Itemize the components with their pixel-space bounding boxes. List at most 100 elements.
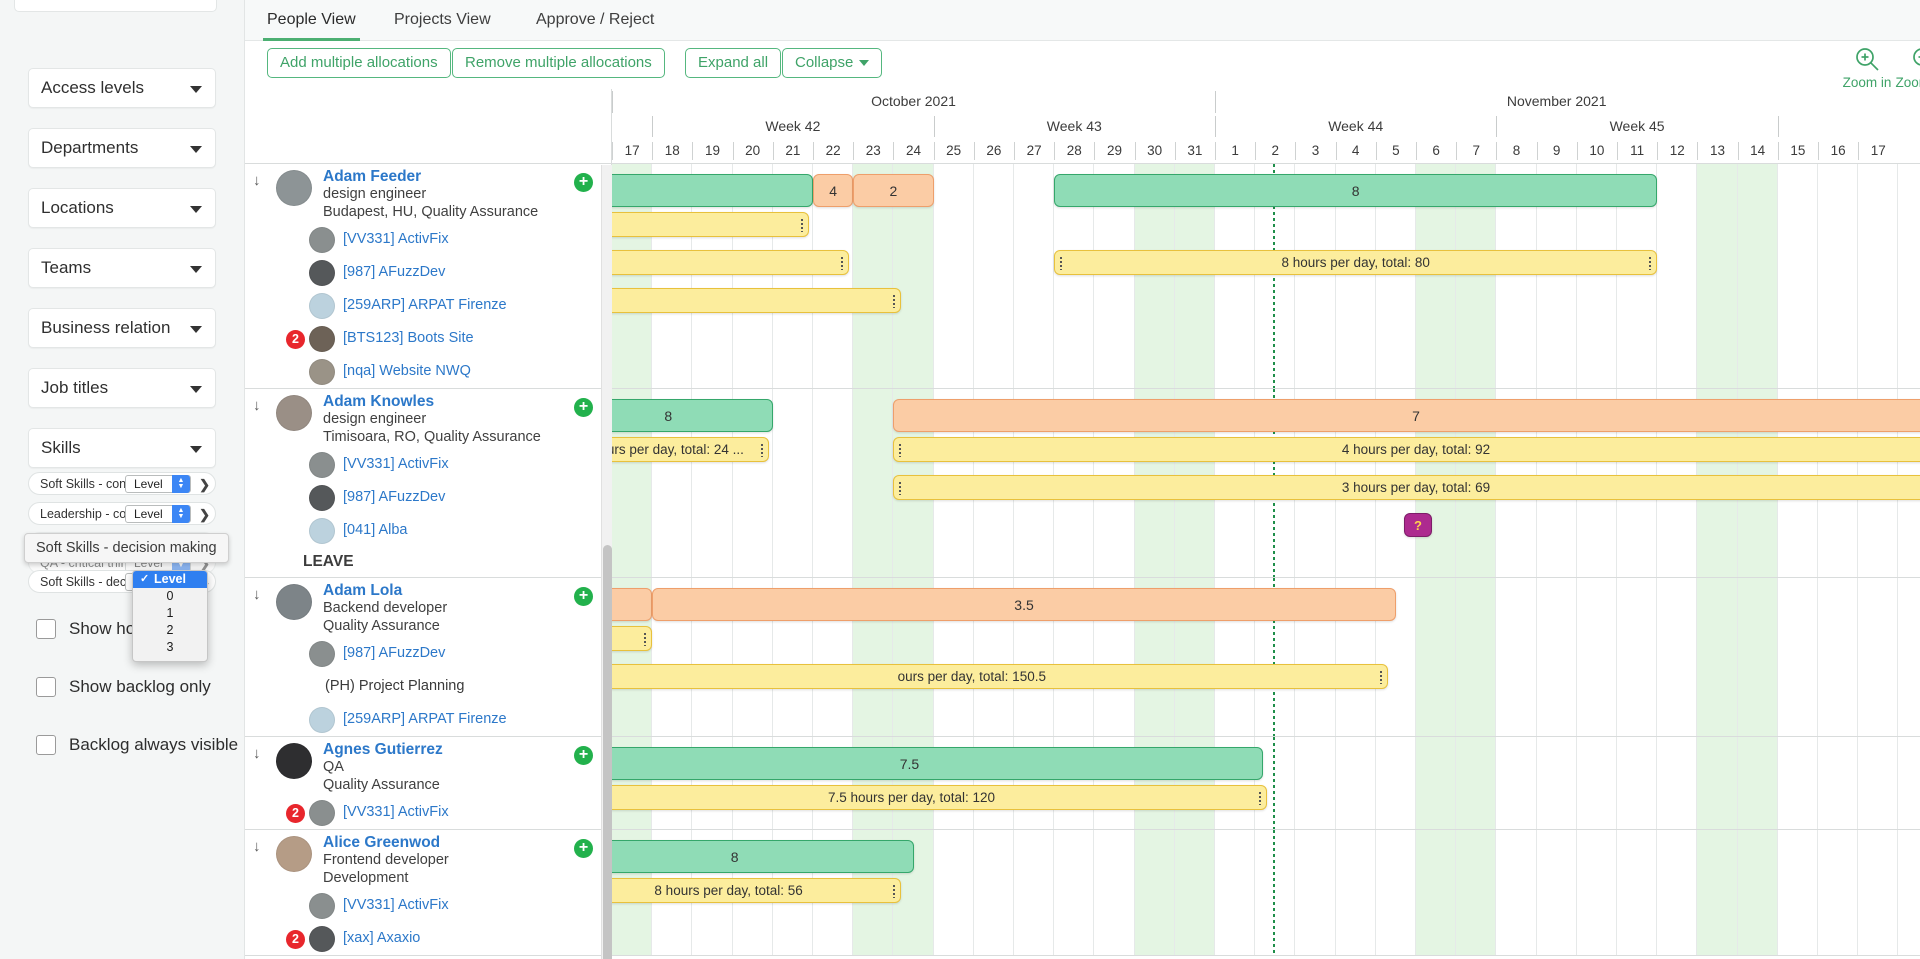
skill-filter-row[interactable]: Leadership - cost m... Level ▲ ▼ ❯ (28, 502, 216, 525)
project-row[interactable]: [259ARP] ARPAT Firenze (245, 290, 611, 323)
gantt-bar-orange[interactable]: 2 (853, 174, 934, 207)
stepper-icon[interactable]: ▲▼ (172, 475, 190, 493)
tab-approve-reject[interactable]: Approve / Reject (532, 0, 658, 41)
skill-level-select[interactable]: Level ▲▼ (125, 475, 191, 493)
tab-people-view[interactable]: People View (263, 0, 360, 41)
gantt-bar-yellow[interactable] (612, 626, 653, 651)
level-option[interactable]: 0 (133, 588, 207, 605)
project-row[interactable]: [987] AFuzzDev (245, 482, 611, 515)
gantt-bar-green[interactable]: 8 (612, 840, 914, 873)
toolbar-button-expand-all[interactable]: Expand all (685, 48, 782, 78)
notification-badge[interactable]: 2 (286, 804, 305, 823)
gantt-bar-yellow[interactable] (612, 250, 850, 275)
project-row[interactable]: [VV331] ActivFix (245, 890, 611, 923)
project-label[interactable]: [VV331] ActivFix (343, 456, 449, 472)
gantt-bar-orange[interactable] (612, 588, 653, 621)
stepper-icon[interactable]: ▲▼ (172, 505, 190, 523)
checkbox-box[interactable] (36, 677, 56, 697)
resize-grip[interactable] (1258, 790, 1263, 805)
filter-select-departments[interactable]: Departments (28, 128, 216, 168)
project-label[interactable]: [259ARP] ARPAT Firenze (343, 711, 507, 727)
add-allocation-button[interactable]: + (574, 173, 593, 192)
project-label[interactable]: [VV331] ActivFix (343, 231, 449, 247)
project-label[interactable]: [987] AFuzzDev (343, 264, 445, 280)
toolbar-icon-zoom-out[interactable]: Zoom out (1888, 44, 1920, 90)
level-dropdown-menu[interactable]: ✓ Level 0 1 2 3 (132, 570, 208, 662)
tab-projects-view[interactable]: Projects View (390, 0, 495, 41)
project-row[interactable]: 2 [VV331] ActivFix (245, 797, 611, 830)
notification-badge[interactable]: 2 (286, 930, 305, 949)
resize-grip[interactable] (643, 631, 648, 646)
skill-level-select[interactable]: Level ▲▼ (125, 505, 191, 523)
project-row[interactable]: [987] AFuzzDev (245, 638, 611, 671)
gantt-bar-orange[interactable]: 7 (893, 399, 1920, 432)
toolbar-button-add-multiple-allocations[interactable]: Add multiple allocations (267, 48, 451, 78)
gantt-bar-green[interactable]: 8 (1054, 174, 1658, 207)
add-allocation-button[interactable]: + (574, 746, 593, 765)
person-name[interactable]: Agnes Gutierrez (323, 741, 443, 759)
resize-grip[interactable] (759, 442, 764, 457)
project-row[interactable]: (PH) Project Planning (245, 671, 611, 704)
gantt-bar-yellow[interactable]: 3 hours per day, total: 69 (893, 475, 1920, 500)
project-label[interactable]: [BTS123] Boots Site (343, 330, 474, 346)
level-option[interactable]: 2 (133, 622, 207, 639)
person-name[interactable]: Alice Greenwod (323, 834, 440, 852)
add-allocation-button[interactable]: + (574, 839, 593, 858)
project-row[interactable]: 2 [xax] Axaxio (245, 923, 611, 956)
expand-arrow-icon[interactable]: ↓ (253, 586, 261, 603)
gantt-bar-green[interactable] (612, 174, 813, 207)
project-row[interactable]: [VV331] ActivFix (245, 224, 611, 257)
checkbox-box[interactable] (36, 619, 56, 639)
gantt-bar-yellow[interactable]: 8 hours per day, total: 56 (612, 878, 902, 903)
filter-select-job-titles[interactable]: Job titles (28, 368, 216, 408)
filter-select-access-levels[interactable]: Access levels (28, 68, 216, 108)
checkbox-row-backlog-always-visible[interactable]: Backlog always visible (36, 735, 238, 755)
expand-arrow-icon[interactable]: ↓ (253, 172, 261, 189)
person-name[interactable]: Adam Lola (323, 582, 402, 600)
skill-filter-row[interactable]: Soft Skills - conflict r... Level ▲ ▼ ❯ (28, 472, 216, 495)
project-label[interactable]: [VV331] ActivFix (343, 804, 449, 820)
gantt-bar-yellow[interactable] (612, 288, 902, 313)
gantt-bar-yellow[interactable]: 7.5 hours per day, total: 120 (612, 785, 1268, 810)
toolbar-button-collapse[interactable]: Collapse (782, 48, 883, 78)
gantt-bar-green[interactable]: 7.5 (612, 747, 1264, 780)
gantt-bar-yellow[interactable] (612, 212, 809, 237)
resize-grip[interactable] (840, 255, 845, 270)
gantt-bar-yellow[interactable]: 8 hours per day, total: 80 (1054, 250, 1658, 275)
resize-grip[interactable] (898, 480, 903, 495)
scrollbar-thumb[interactable] (603, 545, 612, 959)
resize-grip[interactable] (892, 883, 897, 898)
filter-select-locations[interactable]: Locations (28, 188, 216, 228)
expand-arrow-icon[interactable]: ↓ (253, 838, 261, 855)
project-label[interactable]: [VV331] ActivFix (343, 897, 449, 913)
project-label[interactable]: [987] AFuzzDev (343, 645, 445, 661)
gantt-bar-green[interactable]: 8 (612, 399, 773, 432)
gantt-bar-yellow[interactable]: 4 hours per day, total: 92 (893, 437, 1920, 462)
gantt-bar-purple[interactable]: ? (1403, 513, 1433, 537)
resize-grip[interactable] (898, 442, 903, 457)
notification-badge[interactable]: 2 (286, 330, 305, 349)
project-label[interactable]: [041] Alba (343, 522, 408, 538)
chevron-right-icon[interactable]: ❯ (199, 507, 210, 523)
filter-select-skills[interactable]: Skills (28, 428, 216, 468)
resize-grip[interactable] (1059, 255, 1064, 270)
person-name[interactable]: Adam Feeder (323, 168, 421, 186)
project-row[interactable]: [259ARP] ARPAT Firenze (245, 704, 611, 737)
project-row[interactable]: [987] AFuzzDev (245, 257, 611, 290)
filter-select-partial[interactable] (14, 0, 217, 12)
resize-grip[interactable] (1378, 669, 1383, 684)
checkbox-box[interactable] (36, 735, 56, 755)
project-row[interactable]: 2 [BTS123] Boots Site (245, 323, 611, 356)
gantt-bar-orange[interactable]: 4 (813, 174, 854, 207)
project-row[interactable]: [041] Alba (245, 515, 611, 548)
project-label[interactable]: (PH) Project Planning (325, 678, 464, 694)
project-row[interactable]: [nqa] Website NWQ (245, 356, 611, 389)
level-option[interactable]: ✓ Level (133, 571, 207, 588)
project-label[interactable]: [987] AFuzzDev (343, 489, 445, 505)
level-option[interactable]: 1 (133, 605, 207, 622)
project-row[interactable]: [VV331] ActivFix (245, 449, 611, 482)
gantt-bar-orange[interactable]: 3.5 (652, 588, 1396, 621)
chevron-right-icon[interactable]: ❯ (199, 477, 210, 493)
vertical-scrollbar[interactable] (601, 165, 612, 959)
project-label[interactable]: [259ARP] ARPAT Firenze (343, 297, 507, 313)
